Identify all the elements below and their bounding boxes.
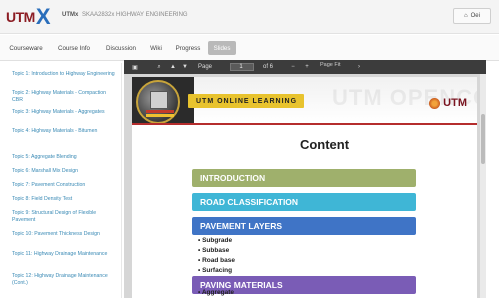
section-pavement-layers: PAVEMENT LAYERS [192,217,416,235]
viewer-scrollbar[interactable] [480,74,486,298]
course-nav: Courseware Course Info Discussion Wiki P… [0,35,499,61]
prev-page-icon[interactable]: ▲ [168,62,178,72]
banner-divider [132,123,477,125]
bullet-subbase: • Subbase [198,247,230,254]
sidebar-item-topic-2[interactable]: Topic 2: Highway Materials - Compaction … [12,90,118,103]
user-name: Oei [470,13,480,19]
tab-wiki[interactable]: Wiki [146,41,166,55]
tab-course-info[interactable]: Course Info [52,41,96,55]
chevron-right-icon[interactable]: › [354,62,364,72]
zoom-out-icon[interactable]: − [288,62,298,72]
slides-sidebar: Topic 1: Introduction to Highway Enginee… [8,63,122,298]
sidebar-item-topic-6[interactable]: Topic 6: Marshall Mix Design [12,168,118,175]
sidebar-toggle-icon[interactable]: ▣ [130,62,140,72]
utm-brand-mark: UTM [429,97,467,109]
utm-logo-icon [429,97,441,109]
course-name: SKAA2832x HIGHWAY ENGINEERING [82,12,188,18]
pdf-viewer: ▣ ⌕ ▲ ▼ Page 1 of 6 − + Page Fit › UTM O… [124,60,486,298]
tab-progress[interactable]: Progress [172,41,204,55]
page: UTM X UTMx SKAA2832x HIGHWAY ENGINEERING … [0,0,499,298]
online-learning-banner: UTM ONLINE LEARNING [188,94,304,108]
emblem-red-bar [146,110,174,113]
tab-slides[interactable]: Slides [208,41,236,55]
sidebar-item-topic-3[interactable]: Topic 3: Highway Materials - Aggregates [12,109,118,116]
tab-courseware[interactable]: Courseware [6,41,46,55]
bullet-aggregate: • Aggregate [198,289,234,296]
utm-mark-text: UTM [443,97,467,109]
sidebar-item-topic-1[interactable]: Topic 1: Introduction to Highway Enginee… [12,71,118,78]
sidebar-item-topic-10[interactable]: Topic 10: Pavement Thickness Design [12,231,118,238]
course-code: UTMx [62,12,79,18]
zoom-in-icon[interactable]: + [302,62,312,72]
sidebar-item-topic-9[interactable]: Topic 9: Structural Design of Flexible P… [12,210,118,223]
emblem-yellow-bar [146,114,174,117]
section-road-classification: ROAD CLASSIFICATION [192,193,416,211]
viewer-toolbar: ▣ ⌕ ▲ ▼ Page 1 of 6 − + Page Fit › [124,60,486,74]
user-icon: ⌂ [464,13,468,19]
sidebar-item-topic-8[interactable]: Topic 8: Field Density Test [12,196,118,203]
top-header: UTM X UTMx SKAA2832x HIGHWAY ENGINEERING … [0,0,499,34]
sidebar-item-topic-12[interactable]: Topic 12: Highway Drainage Maintenance (… [12,273,118,286]
logo-x-mark: X [35,4,51,29]
logo-text: UTM [6,9,35,25]
next-page-icon[interactable]: ▼ [180,62,190,72]
page-number-value: 1 [239,64,243,70]
online-learning-emblem-icon [136,80,180,124]
emblem-screen [150,91,168,109]
zoom-select[interactable]: Page Fit [320,62,340,68]
sidebar-item-topic-4[interactable]: Topic 4: Highway Materials - Bitumen [12,128,118,135]
bullet-surfacing: • Surfacing [198,267,233,274]
utmx-logo[interactable]: UTM X [6,4,51,29]
page-total: of 6 [262,64,273,70]
scrollbar-thumb[interactable] [481,114,485,164]
bullet-subgrade: • Subgrade [198,237,233,244]
sidebar-item-topic-7[interactable]: Topic 7: Pavement Construction [12,182,118,189]
slide-page: UTM ONLINE LEARNING UTM OPENCOURSEWARE U… [132,77,477,298]
sidebar-item-topic-11[interactable]: Topic 11: Highway Drainage Maintenance [12,251,118,258]
search-icon[interactable]: ⌕ [154,62,164,72]
bullet-road-base: • Road base [198,257,235,264]
slide-title: Content [299,137,350,152]
page-label: Page [198,64,213,70]
section-introduction: INTRODUCTION [192,169,416,187]
tab-discussion[interactable]: Discussion [102,41,140,55]
user-menu-button[interactable]: ⌂ Oei [453,8,491,24]
sidebar-item-topic-5[interactable]: Topic 5: Aggregate Blending [12,154,118,161]
